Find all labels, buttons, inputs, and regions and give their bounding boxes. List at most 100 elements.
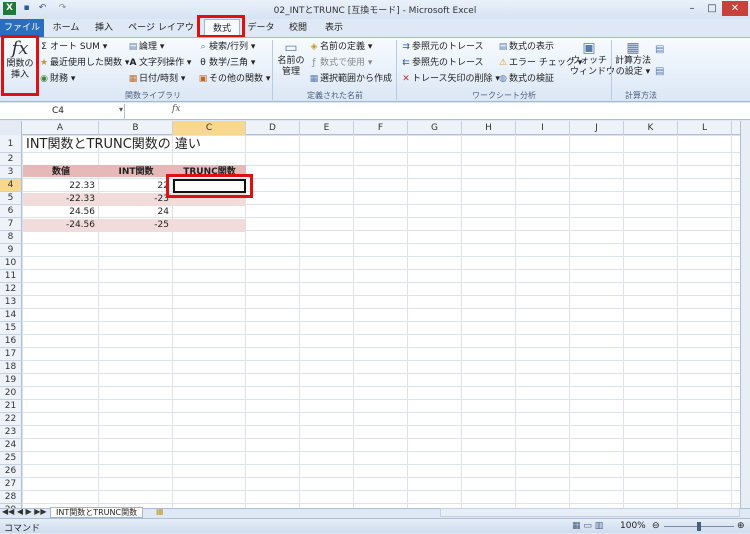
row-header-8[interactable]: 8 [0, 231, 22, 244]
name-box[interactable]: C4 [0, 104, 125, 119]
row-header-19[interactable]: 19 [0, 374, 22, 387]
show-formulas-button[interactable]: ▤ 数式の表示 [497, 41, 554, 54]
close-button[interactable]: ✕ [722, 1, 748, 16]
fx-formula-icon[interactable]: fx [172, 104, 180, 114]
autosum-button[interactable]: Σ オート SUM ▾ [38, 41, 107, 54]
row-header-10[interactable]: 10 [0, 257, 22, 270]
row-header-25[interactable]: 25 [0, 452, 22, 465]
column-header-h[interactable]: H [462, 121, 516, 135]
column-header-d[interactable]: D [246, 121, 300, 135]
column-header-l[interactable]: L [678, 121, 732, 135]
row-header-7[interactable]: 7 [0, 218, 22, 231]
evaluate-formula-button[interactable]: ◍ 数式の検証 [497, 73, 554, 86]
value-cell[interactable]: 22.33 [23, 180, 95, 192]
row-header-23[interactable]: 23 [0, 426, 22, 439]
calc-sheet-icon[interactable]: ▤ [655, 66, 664, 77]
minimize-button[interactable]: – [682, 1, 702, 16]
row-header-11[interactable]: 11 [0, 270, 22, 283]
header-int[interactable]: INT関数 [99, 166, 173, 178]
recent-functions-button[interactable]: ★ 最近使用した関数 ▾ [38, 57, 129, 70]
name-manager-button[interactable]: ▭ 名前の 管理 [276, 40, 306, 78]
column-header-e[interactable]: E [300, 121, 354, 135]
zoom-out-icon[interactable]: ⊖ [652, 521, 660, 531]
remove-arrows-button[interactable]: ✕ トレース矢印の削除 ▾ [400, 73, 500, 86]
row-header-20[interactable]: 20 [0, 387, 22, 400]
row-header-15[interactable]: 15 [0, 322, 22, 335]
zoom-slider-thumb[interactable] [697, 522, 701, 531]
tab-review[interactable]: 校閲 [282, 19, 314, 37]
row-header-13[interactable]: 13 [0, 296, 22, 309]
int-cell[interactable]: 22 [99, 180, 169, 192]
header-value[interactable]: 数値 [23, 166, 99, 178]
datetime-button[interactable]: ▦ 日付/時刻 ▾ [127, 73, 186, 86]
row-header-16[interactable]: 16 [0, 335, 22, 348]
row-header-4[interactable]: 4 [0, 179, 22, 192]
value-cell[interactable]: -24.56 [23, 219, 95, 231]
select-all-corner[interactable] [0, 121, 22, 135]
column-header-f[interactable]: F [354, 121, 408, 135]
tab-home[interactable]: ホーム [48, 19, 84, 37]
row-header-21[interactable]: 21 [0, 400, 22, 413]
zoom-in-icon[interactable]: ⊕ [737, 521, 745, 531]
namebox-dropdown-icon[interactable]: ▾ [119, 105, 123, 114]
value-cell[interactable]: 24.56 [23, 206, 95, 218]
create-from-selection-button[interactable]: ▦ 選択範囲から作成 [308, 73, 392, 86]
sheet-title-cell[interactable]: INT関数とTRUNC関数の 違い [26, 137, 201, 153]
lookup-button[interactable]: ⌕ 検索/行列 ▾ [197, 41, 255, 54]
vertical-scrollbar[interactable] [740, 121, 750, 508]
grid-hline [22, 178, 740, 179]
row-header-26[interactable]: 26 [0, 465, 22, 478]
row-header-9[interactable]: 9 [0, 244, 22, 257]
formula-input[interactable] [190, 104, 738, 119]
column-header-c[interactable]: C [173, 121, 246, 135]
value-cell[interactable]: -22.33 [23, 193, 95, 205]
tab-data[interactable]: データ [245, 19, 277, 37]
row-header-1[interactable]: 1 [0, 135, 22, 153]
maximize-button[interactable]: □ [702, 1, 722, 16]
use-in-formula-button[interactable]: ƒ 数式で使用 ▾ [308, 57, 372, 70]
column-header-j[interactable]: J [570, 121, 624, 135]
row-header-3[interactable]: 3 [0, 166, 22, 179]
tab-insert[interactable]: 挿入 [86, 19, 122, 37]
calc-options-button[interactable]: ▦ 計算方法 の設定 ▾ [614, 40, 652, 78]
horizontal-scrollbar[interactable] [440, 508, 740, 517]
view-buttons[interactable]: ▦ ▭ ▥ [572, 521, 603, 531]
define-name-button[interactable]: ◈ 名前の定義 ▾ [308, 41, 373, 54]
grid-hline [22, 425, 740, 426]
row-header-5[interactable]: 5 [0, 192, 22, 205]
row-header-14[interactable]: 14 [0, 309, 22, 322]
logical-button[interactable]: ▤ 論理 ▾ [127, 41, 165, 54]
tab-view[interactable]: 表示 [318, 19, 350, 37]
int-cell[interactable]: 24 [99, 206, 169, 218]
calc-now-icon[interactable]: ▤ [655, 44, 664, 55]
sheet-nav-arrows[interactable]: ◀◀ ◀ ▶ ▶▶ [2, 507, 47, 516]
zoom-level[interactable]: 100% [620, 521, 646, 531]
text-functions-button[interactable]: A 文字列操作 ▾ [127, 57, 192, 70]
int-cell[interactable]: -25 [99, 219, 169, 231]
row-header-24[interactable]: 24 [0, 439, 22, 452]
column-header-b[interactable]: B [99, 121, 173, 135]
tab-page-layout[interactable]: ページ レイアウト [124, 19, 198, 51]
formula-icon: ƒ [312, 58, 316, 68]
row-header-27[interactable]: 27 [0, 478, 22, 491]
column-header-i[interactable]: I [516, 121, 570, 135]
watch-window-button[interactable]: ▣ ウォッチ ウィンドウ [570, 40, 615, 78]
row-header-6[interactable]: 6 [0, 205, 22, 218]
int-cell[interactable]: -23 [99, 193, 169, 205]
row-header-12[interactable]: 12 [0, 283, 22, 296]
more-functions-button[interactable]: ▣ その他の関数 ▾ [197, 73, 271, 86]
row-header-17[interactable]: 17 [0, 348, 22, 361]
row-header-22[interactable]: 22 [0, 413, 22, 426]
trace-dependents-button[interactable]: ⇇ 参照先のトレース [400, 57, 483, 70]
row-header-18[interactable]: 18 [0, 361, 22, 374]
sheet-tab-active[interactable]: INT関数とTRUNC関数 [50, 507, 144, 518]
trace-precedents-button[interactable]: ⇉ 参照元のトレース [400, 41, 483, 54]
new-sheet-icon[interactable]: ▦ [156, 507, 164, 516]
row-header-28[interactable]: 28 [0, 491, 22, 504]
column-header-g[interactable]: G [408, 121, 462, 135]
row-header-2[interactable]: 2 [0, 153, 22, 166]
financial-button[interactable]: ◉ 財務 ▾ [38, 73, 75, 86]
math-button[interactable]: θ 数学/三角 ▾ [197, 57, 255, 70]
column-header-k[interactable]: K [624, 121, 678, 135]
column-header-a[interactable]: A [22, 121, 99, 135]
